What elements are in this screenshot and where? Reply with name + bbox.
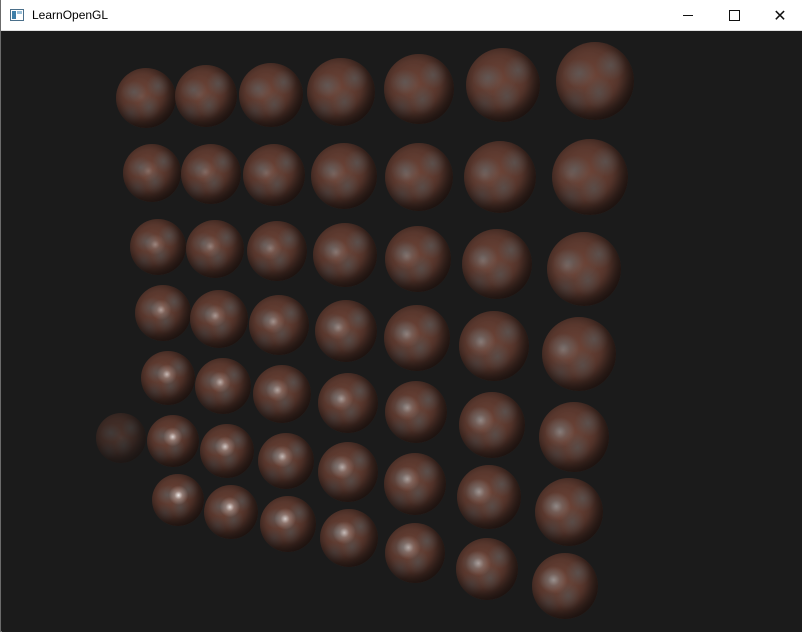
sphere-r7-c5 [385, 523, 445, 583]
sphere-r5-c7 [539, 402, 609, 472]
sphere-r7-c1 [152, 474, 204, 526]
sphere-r7-c4 [320, 509, 378, 567]
sphere-r7-c3 [260, 496, 316, 552]
close-button[interactable]: ✕ [757, 0, 802, 31]
sphere-r3-c2 [186, 220, 244, 278]
window-icon[interactable] [10, 9, 24, 21]
sphere-r5-c3 [253, 365, 311, 423]
sphere-r3-c5 [385, 226, 451, 292]
sphere-extra [96, 413, 146, 463]
sphere-r2-c5 [385, 143, 453, 211]
title-bar[interactable]: LearnOpenGL ✕ [1, 0, 802, 31]
close-icon: ✕ [773, 7, 787, 25]
app-window: LearnOpenGL ✕ [0, 0, 802, 632]
sphere-r6-c4 [318, 442, 378, 502]
sphere-r2-c1 [123, 144, 181, 202]
minimize-button[interactable] [665, 0, 711, 31]
sphere-r5-c6 [459, 392, 525, 458]
sphere-r3-c6 [462, 229, 532, 299]
sphere-r2-c7 [552, 139, 628, 215]
minimize-icon [683, 15, 693, 16]
sphere-r2-c6 [464, 141, 536, 213]
sphere-r7-c7 [532, 553, 598, 619]
sphere-r2-c4 [311, 143, 377, 209]
sphere-r4-c6 [459, 311, 529, 381]
sphere-r1-c5 [384, 54, 454, 124]
sphere-r5-c4 [318, 373, 378, 433]
sphere-r1-c4 [307, 58, 375, 126]
sphere-r6-c5 [384, 453, 446, 515]
sphere-r7-c2 [204, 485, 258, 539]
maximize-icon [728, 10, 740, 21]
sphere-r6-c3 [258, 433, 314, 489]
sphere-r4-c1 [135, 285, 191, 341]
sphere-r3-c1 [130, 219, 186, 275]
sphere-r3-c3 [247, 221, 307, 281]
sphere-r6-c6 [457, 465, 521, 529]
sphere-r2-c2 [181, 144, 241, 204]
sphere-r1-c6 [466, 48, 540, 122]
sphere-r1-c7 [556, 42, 634, 120]
maximize-button[interactable] [711, 0, 757, 31]
sphere-r4-c7 [542, 317, 616, 391]
sphere-r5-c1 [141, 351, 195, 405]
sphere-r6-c2 [200, 424, 254, 478]
sphere-r3-c7 [547, 232, 621, 306]
window-title: LearnOpenGL [32, 8, 109, 22]
sphere-r1-c3 [239, 63, 303, 127]
opengl-viewport[interactable] [2, 31, 802, 632]
sphere-r1-c2 [175, 65, 237, 127]
sphere-r4-c3 [249, 295, 309, 355]
sphere-r4-c2 [190, 290, 248, 348]
sphere-r7-c6 [456, 538, 518, 600]
sphere-r5-c2 [195, 358, 251, 414]
sphere-r5-c5 [385, 381, 447, 443]
sphere-r6-c7 [535, 478, 603, 546]
sphere-r3-c4 [313, 223, 377, 287]
sphere-r4-c5 [384, 305, 450, 371]
sphere-r2-c3 [243, 144, 305, 206]
sphere-r4-c4 [315, 300, 377, 362]
sphere-r1-c1 [116, 68, 176, 128]
sphere-r6-c1 [147, 415, 199, 467]
